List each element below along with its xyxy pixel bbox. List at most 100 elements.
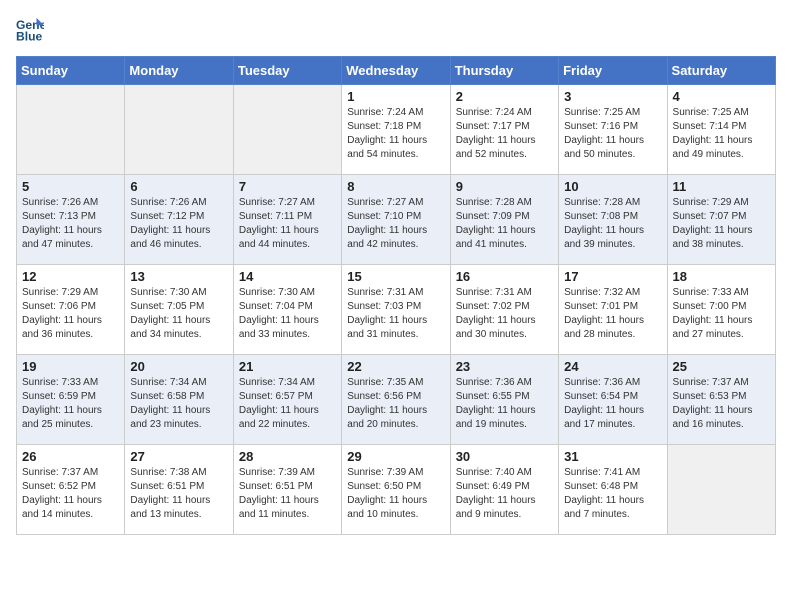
- calendar-cell: [17, 85, 125, 175]
- calendar-cell: 7 Sunrise: 7:27 AM Sunset: 7:11 PM Daylig…: [233, 175, 341, 265]
- day-info: Sunrise: 7:31 AM Sunset: 7:02 PM Dayligh…: [456, 286, 553, 342]
- calendar-cell: 15 Sunrise: 7:31 AM Sunset: 7:03 PM Dayli…: [342, 265, 450, 355]
- column-header-wednesday: Wednesday: [342, 57, 450, 85]
- day-info: Sunrise: 7:37 AM Sunset: 6:52 PM Dayligh…: [22, 466, 119, 522]
- day-number: 3: [564, 89, 661, 104]
- day-info: Sunrise: 7:27 AM Sunset: 7:11 PM Dayligh…: [239, 196, 336, 252]
- calendar-cell: 11Sunrise: 7:29 AM Sunset: 7:07 PM Dayli…: [667, 175, 775, 265]
- calendar-cell: 19 Sunrise: 7:33 AM Sunset: 6:59 PM Dayli…: [17, 355, 125, 445]
- day-info: Sunrise: 7:24 AM Sunset: 7:17 PM Dayligh…: [456, 106, 553, 162]
- day-number: 21: [239, 359, 336, 374]
- day-info: Sunrise: 7:24 AM Sunset: 7:18 PM Dayligh…: [347, 106, 444, 162]
- day-info: Sunrise: 7:39 AM Sunset: 6:50 PM Dayligh…: [347, 466, 444, 522]
- day-info: Sunrise: 7:27 AM Sunset: 7:10 PM Dayligh…: [347, 196, 444, 252]
- calendar-cell: 28 Sunrise: 7:39 AM Sunset: 6:51 PM Dayli…: [233, 445, 341, 535]
- day-number: 11: [673, 179, 770, 194]
- day-info: Sunrise: 7:30 AM Sunset: 7:04 PM Dayligh…: [239, 286, 336, 342]
- day-info: Sunrise: 7:39 AM Sunset: 6:51 PM Dayligh…: [239, 466, 336, 522]
- day-info: Sunrise: 7:33 AM Sunset: 7:00 PM Dayligh…: [673, 286, 770, 342]
- day-number: 30: [456, 449, 553, 464]
- calendar-cell: 23 Sunrise: 7:36 AM Sunset: 6:55 PM Dayli…: [450, 355, 558, 445]
- day-info: Sunrise: 7:41 AM Sunset: 6:48 PM Dayligh…: [564, 466, 661, 522]
- day-info: Sunrise: 7:31 AM Sunset: 7:03 PM Dayligh…: [347, 286, 444, 342]
- calendar-cell: 14Sunrise: 7:30 AM Sunset: 7:04 PM Dayli…: [233, 265, 341, 355]
- day-number: 19: [22, 359, 119, 374]
- calendar-cell: 17Sunrise: 7:32 AM Sunset: 7:01 PM Dayli…: [559, 265, 667, 355]
- calendar-cell: 16 Sunrise: 7:31 AM Sunset: 7:02 PM Dayli…: [450, 265, 558, 355]
- calendar-cell: 24 Sunrise: 7:36 AM Sunset: 6:54 PM Dayli…: [559, 355, 667, 445]
- calendar-cell: 9 Sunrise: 7:28 AM Sunset: 7:09 PM Daylig…: [450, 175, 558, 265]
- column-header-friday: Friday: [559, 57, 667, 85]
- svg-text:Blue: Blue: [16, 29, 43, 43]
- day-number: 26: [22, 449, 119, 464]
- day-number: 5: [22, 179, 119, 194]
- calendar-cell: [125, 85, 233, 175]
- calendar-cell: 26 Sunrise: 7:37 AM Sunset: 6:52 PM Dayli…: [17, 445, 125, 535]
- day-info: Sunrise: 7:28 AM Sunset: 7:09 PM Dayligh…: [456, 196, 553, 252]
- calendar-cell: 29Sunrise: 7:39 AM Sunset: 6:50 PM Dayli…: [342, 445, 450, 535]
- calendar-week-row: 19 Sunrise: 7:33 AM Sunset: 6:59 PM Dayli…: [17, 355, 776, 445]
- calendar-cell: 21 Sunrise: 7:34 AM Sunset: 6:57 PM Dayli…: [233, 355, 341, 445]
- day-info: Sunrise: 7:36 AM Sunset: 6:55 PM Dayligh…: [456, 376, 553, 432]
- calendar-cell: 25 Sunrise: 7:37 AM Sunset: 6:53 PM Dayli…: [667, 355, 775, 445]
- day-number: 28: [239, 449, 336, 464]
- day-info: Sunrise: 7:33 AM Sunset: 6:59 PM Dayligh…: [22, 376, 119, 432]
- day-number: 4: [673, 89, 770, 104]
- day-info: Sunrise: 7:36 AM Sunset: 6:54 PM Dayligh…: [564, 376, 661, 432]
- calendar-table: SundayMondayTuesdayWednesdayThursdayFrid…: [16, 56, 776, 535]
- day-number: 8: [347, 179, 444, 194]
- calendar-cell: 3 Sunrise: 7:25 AM Sunset: 7:16 PM Daylig…: [559, 85, 667, 175]
- page-header: General Blue: [16, 16, 776, 44]
- logo-icon: General Blue: [16, 16, 44, 44]
- day-info: Sunrise: 7:28 AM Sunset: 7:08 PM Dayligh…: [564, 196, 661, 252]
- day-info: Sunrise: 7:32 AM Sunset: 7:01 PM Dayligh…: [564, 286, 661, 342]
- day-info: Sunrise: 7:34 AM Sunset: 6:58 PM Dayligh…: [130, 376, 227, 432]
- calendar-week-row: 26 Sunrise: 7:37 AM Sunset: 6:52 PM Dayli…: [17, 445, 776, 535]
- day-info: Sunrise: 7:26 AM Sunset: 7:12 PM Dayligh…: [130, 196, 227, 252]
- day-number: 31: [564, 449, 661, 464]
- day-number: 7: [239, 179, 336, 194]
- logo: General Blue: [16, 16, 48, 44]
- day-number: 24: [564, 359, 661, 374]
- calendar-cell: 30Sunrise: 7:40 AM Sunset: 6:49 PM Dayli…: [450, 445, 558, 535]
- calendar-cell: 18Sunrise: 7:33 AM Sunset: 7:00 PM Dayli…: [667, 265, 775, 355]
- day-info: Sunrise: 7:35 AM Sunset: 6:56 PM Dayligh…: [347, 376, 444, 432]
- day-info: Sunrise: 7:25 AM Sunset: 7:14 PM Dayligh…: [673, 106, 770, 162]
- day-number: 27: [130, 449, 227, 464]
- column-header-tuesday: Tuesday: [233, 57, 341, 85]
- calendar-cell: [233, 85, 341, 175]
- calendar-cell: 12Sunrise: 7:29 AM Sunset: 7:06 PM Dayli…: [17, 265, 125, 355]
- day-number: 13: [130, 269, 227, 284]
- calendar-week-row: 5 Sunrise: 7:26 AM Sunset: 7:13 PM Daylig…: [17, 175, 776, 265]
- day-info: Sunrise: 7:26 AM Sunset: 7:13 PM Dayligh…: [22, 196, 119, 252]
- calendar-cell: 31 Sunrise: 7:41 AM Sunset: 6:48 PM Dayli…: [559, 445, 667, 535]
- day-number: 16: [456, 269, 553, 284]
- calendar-week-row: 1 Sunrise: 7:24 AM Sunset: 7:18 PM Daylig…: [17, 85, 776, 175]
- calendar-cell: 8 Sunrise: 7:27 AM Sunset: 7:10 PM Daylig…: [342, 175, 450, 265]
- calendar-cell: 5 Sunrise: 7:26 AM Sunset: 7:13 PM Daylig…: [17, 175, 125, 265]
- day-info: Sunrise: 7:34 AM Sunset: 6:57 PM Dayligh…: [239, 376, 336, 432]
- day-number: 12: [22, 269, 119, 284]
- calendar-cell: 10 Sunrise: 7:28 AM Sunset: 7:08 PM Dayli…: [559, 175, 667, 265]
- calendar-cell: 22 Sunrise: 7:35 AM Sunset: 6:56 PM Dayli…: [342, 355, 450, 445]
- day-number: 20: [130, 359, 227, 374]
- column-header-thursday: Thursday: [450, 57, 558, 85]
- day-info: Sunrise: 7:25 AM Sunset: 7:16 PM Dayligh…: [564, 106, 661, 162]
- calendar-header-row: SundayMondayTuesdayWednesdayThursdayFrid…: [17, 57, 776, 85]
- day-number: 10: [564, 179, 661, 194]
- day-number: 9: [456, 179, 553, 194]
- day-info: Sunrise: 7:30 AM Sunset: 7:05 PM Dayligh…: [130, 286, 227, 342]
- day-info: Sunrise: 7:37 AM Sunset: 6:53 PM Dayligh…: [673, 376, 770, 432]
- day-number: 22: [347, 359, 444, 374]
- day-number: 6: [130, 179, 227, 194]
- day-number: 1: [347, 89, 444, 104]
- day-info: Sunrise: 7:38 AM Sunset: 6:51 PM Dayligh…: [130, 466, 227, 522]
- day-number: 25: [673, 359, 770, 374]
- calendar-cell: 6 Sunrise: 7:26 AM Sunset: 7:12 PM Daylig…: [125, 175, 233, 265]
- calendar-cell: 20 Sunrise: 7:34 AM Sunset: 6:58 PM Dayli…: [125, 355, 233, 445]
- calendar-cell: 1 Sunrise: 7:24 AM Sunset: 7:18 PM Daylig…: [342, 85, 450, 175]
- day-number: 15: [347, 269, 444, 284]
- day-number: 2: [456, 89, 553, 104]
- column-header-sunday: Sunday: [17, 57, 125, 85]
- day-number: 23: [456, 359, 553, 374]
